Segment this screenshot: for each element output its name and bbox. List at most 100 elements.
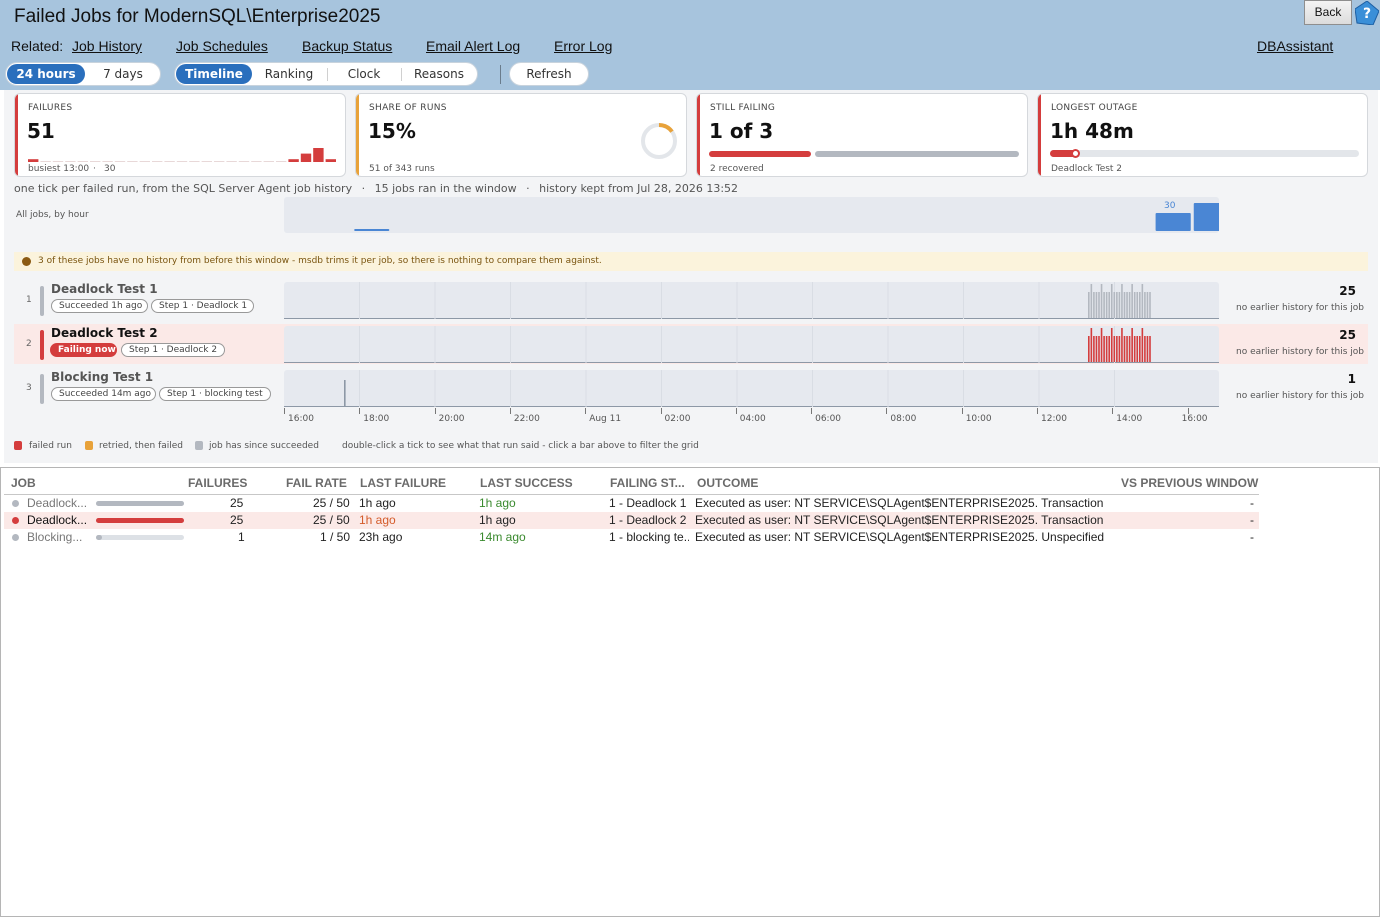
timeline-row-deadlock-test-1[interactable]: 1 Deadlock Test 1 Succeeded 1h ago Step …	[14, 280, 1368, 320]
all-jobs-label: All jobs, by hour	[16, 210, 89, 220]
outage-card[interactable]: LONGEST OUTAGE 1h 48m Deadlock Test 2	[1037, 93, 1368, 177]
legend-hint: double-click a tick to see what that run…	[342, 441, 699, 451]
cell-last-success: 1h ago	[479, 513, 516, 527]
spark-bar	[77, 161, 88, 162]
job-name: Blocking Test 1	[51, 370, 154, 384]
view-ranking[interactable]: Ranking	[255, 64, 323, 84]
histogram-bar	[1155, 213, 1191, 231]
refresh-button[interactable]: Refresh	[511, 64, 587, 84]
job-name: Deadlock Test 2	[51, 326, 158, 340]
legend-swatch-succeeded	[195, 441, 203, 450]
run-ticks[interactable]	[284, 370, 1219, 407]
col-header-vs-previous[interactable]: VS PREVIOUS WINDOW	[1121, 476, 1258, 490]
run-tick	[1131, 284, 1133, 318]
range-24-hours[interactable]: 24 hours	[7, 64, 85, 84]
job-history-link[interactable]: Job History	[72, 38, 142, 54]
axis-label: 16:00	[288, 414, 314, 424]
col-header-fail-rate[interactable]: FAIL RATE	[286, 476, 347, 490]
spark-bar	[65, 161, 76, 162]
row-status-bar	[40, 330, 44, 360]
cell-failures: 25	[230, 496, 244, 510]
failure-count: 25	[1339, 328, 1356, 342]
step-badge[interactable]: Step 1 · blocking test	[159, 387, 271, 401]
status-dot	[12, 517, 19, 524]
error-log-link[interactable]: Error Log	[554, 38, 612, 54]
cell-failures: 1	[238, 530, 245, 544]
table-row[interactable]: Blocking... 1 1 / 50 23h ago 14m ago 1 -…	[4, 529, 1259, 546]
run-ticks[interactable]	[284, 282, 1219, 319]
run-tick	[1098, 336, 1100, 362]
legend-retried: retried, then failed	[99, 441, 184, 451]
back-button[interactable]: Back	[1304, 0, 1352, 25]
run-tick	[1144, 292, 1146, 318]
spark-bar	[114, 161, 126, 162]
timeline-track[interactable]	[284, 282, 1219, 319]
step-badge[interactable]: Step 1 · Deadlock 2	[121, 343, 225, 357]
run-tick	[1105, 336, 1108, 362]
view-timeline[interactable]: Timeline	[176, 64, 252, 84]
col-header-last-failure[interactable]: LAST FAILURE	[360, 476, 446, 490]
still-failing-card[interactable]: STILL FAILING 1 of 3 2 recovered	[696, 93, 1028, 177]
axis-label: 10:00	[965, 414, 992, 424]
spark-bar	[102, 161, 113, 162]
col-header-failing-step[interactable]: FAILING ST...	[610, 476, 685, 490]
job-schedules-link[interactable]: Job Schedules	[176, 38, 268, 54]
run-tick	[1126, 336, 1128, 362]
recovered-segment	[815, 151, 1019, 157]
step-badge[interactable]: Step 1 · Deadlock 1	[151, 299, 254, 313]
backup-status-link[interactable]: Backup Status	[302, 38, 392, 54]
cell-last-failure-prefix: 1h ago	[359, 513, 396, 527]
svg-text:?: ?	[1363, 6, 1371, 22]
axis-label: 18:00	[363, 414, 390, 424]
histogram-bar	[354, 229, 390, 231]
status-badge: Failing now	[50, 343, 117, 357]
all-jobs-histogram: 30	[284, 197, 1229, 233]
table-row[interactable]: Deadlock... 25 25 / 50 1h ago 1h ago 1 -…	[4, 512, 1259, 529]
row-status-bar	[40, 286, 44, 316]
help-icon[interactable]: ?	[1355, 1, 1379, 25]
info-part-1: one tick per failed run, from the SQL Se…	[14, 182, 353, 195]
share-card[interactable]: SHARE OF RUNS 15% 51 of 343 runs	[355, 93, 687, 177]
col-header-outcome[interactable]: OUTCOME	[697, 476, 758, 490]
axis-label: 02:00	[664, 414, 691, 424]
outage-marker	[1070, 149, 1080, 158]
spark-bar	[176, 161, 188, 162]
dbassistant-link[interactable]: DBAssistant	[1257, 38, 1333, 54]
failures-sparkline	[28, 148, 336, 162]
axis-label: 22:00	[513, 414, 540, 424]
run-tick	[1139, 336, 1141, 362]
axis-tick	[1112, 408, 1114, 414]
timeline-row-deadlock-test-2[interactable]: 2 Deadlock Test 2 Failing now Step 1 · D…	[14, 324, 1368, 364]
card-value: 15%	[368, 119, 416, 143]
status-badge: Succeeded 14m ago	[51, 387, 156, 401]
timeline-row-blocking-test-1[interactable]: 3 Blocking Test 1 Succeeded 14m ago Step…	[14, 368, 1368, 408]
card-accent	[697, 94, 700, 176]
timeline-track[interactable]	[284, 370, 1219, 407]
col-header-last-success[interactable]: LAST SUCCESS	[480, 476, 573, 490]
email-alert-log-link[interactable]: Email Alert Log	[426, 38, 520, 54]
timeline-track[interactable]	[284, 326, 1219, 363]
cell-fail-rate: 25 / 50	[313, 513, 350, 527]
cell-last-failure: 23h ago	[359, 530, 403, 544]
run-ticks[interactable]	[284, 326, 1219, 363]
range-7-days[interactable]: 7 days	[86, 64, 160, 84]
spark-bar	[300, 153, 312, 162]
axis-label: 20:00	[438, 414, 465, 424]
spark-bar	[201, 161, 212, 162]
table-row[interactable]: Deadlock... 25 25 / 50 1h ago 1h ago 1 -…	[4, 495, 1259, 512]
cell-failing-step: 1 - Deadlock 2	[609, 513, 687, 527]
divider	[401, 68, 402, 81]
view-clock[interactable]: Clock	[331, 64, 397, 84]
col-header-failures[interactable]: FAILURES	[188, 476, 247, 490]
failures-card[interactable]: FAILURES 51 busiest 13:00 · 30	[14, 93, 346, 177]
histogram-chart[interactable]: 30	[284, 197, 1229, 233]
axis-tick	[961, 408, 963, 414]
spark-bar	[263, 161, 274, 162]
run-tick	[1088, 336, 1090, 362]
run-tick	[1149, 336, 1151, 362]
col-header-job[interactable]: JOB	[11, 476, 36, 490]
view-reasons[interactable]: Reasons	[405, 64, 473, 84]
failure-bar	[96, 501, 184, 506]
card-value: 1h 48m	[1050, 119, 1134, 143]
cell-failing-step: 1 - Deadlock 1	[609, 496, 687, 510]
